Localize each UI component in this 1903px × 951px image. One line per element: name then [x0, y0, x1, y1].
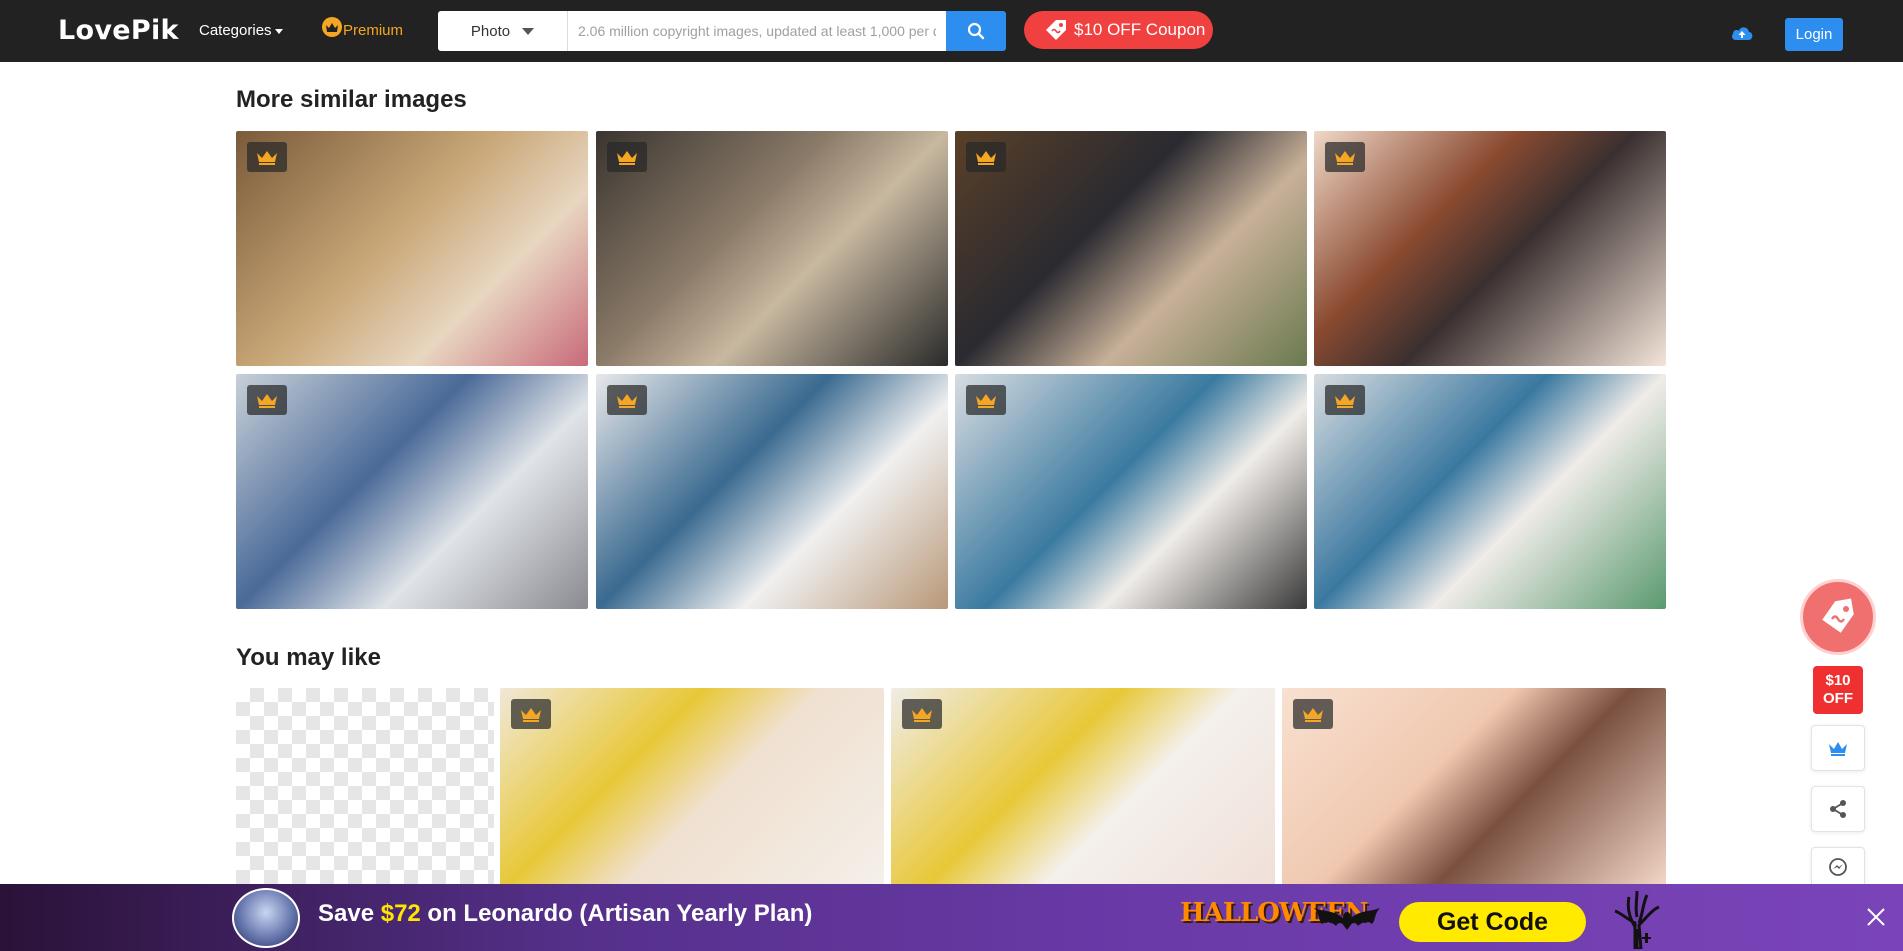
search-icon — [967, 22, 985, 40]
premium-crown-icon — [607, 142, 647, 172]
premium-crown-icon — [1293, 699, 1333, 729]
premium-link[interactable]: Premium — [322, 17, 404, 43]
premium-crown-icon — [247, 385, 287, 415]
premium-label: Premium — [343, 22, 404, 39]
similar-image-tile[interactable] — [596, 374, 948, 609]
premium-crown-icon — [511, 699, 551, 729]
promo-suffix: on Leonardo (Artisan Yearly Plan) — [420, 900, 813, 927]
side-coupon-button[interactable] — [1800, 579, 1876, 655]
you-may-like-tile[interactable] — [891, 688, 1275, 888]
you-may-like-tile[interactable] — [236, 688, 494, 888]
upload-button[interactable] — [1730, 24, 1754, 47]
chevron-down-icon — [274, 28, 283, 34]
premium-crown-icon — [902, 699, 942, 729]
close-banner-icon[interactable] — [1866, 907, 1886, 927]
wizard-avatar — [232, 888, 300, 948]
bat-icon — [1314, 908, 1380, 930]
similar-image-tile[interactable] — [1314, 131, 1666, 366]
coupon-button[interactable]: $10 OFF Coupon — [1024, 11, 1213, 49]
tag-icon — [1822, 598, 1854, 633]
categories-menu[interactable]: Categories — [199, 21, 283, 41]
search-type-label: Photo — [470, 22, 511, 40]
promo-amount: $72 — [380, 900, 421, 927]
side-off-amount: $10 — [1825, 672, 1851, 689]
side-off-badge[interactable]: $10 OFF — [1813, 666, 1863, 714]
search-button[interactable] — [946, 11, 1006, 51]
login-button[interactable]: Login — [1785, 18, 1843, 51]
messenger-icon — [1829, 857, 1847, 876]
similar-image-tile[interactable] — [955, 131, 1307, 366]
side-off-label: OFF — [1823, 690, 1853, 707]
premium-crown-icon — [1325, 385, 1365, 415]
promo-prefix: Save — [318, 900, 381, 927]
similar-image-tile[interactable] — [1314, 374, 1666, 609]
tag-icon — [1046, 20, 1066, 40]
crown-icon — [1829, 742, 1847, 756]
crown-icon — [322, 17, 342, 37]
side-messenger-button[interactable] — [1811, 847, 1865, 885]
promo-banner[interactable]: Save $72 on Leonardo (Artisan Yearly Pla… — [0, 884, 1903, 951]
you-may-like-title: You may like — [236, 644, 381, 671]
cloud-upload-icon — [1732, 27, 1753, 40]
share-icon — [1830, 800, 1846, 818]
categories-label: Categories — [199, 22, 272, 39]
search-bar: Photo — [438, 11, 1006, 51]
premium-crown-icon — [1325, 142, 1365, 172]
promo-message: Save $72 on Leonardo (Artisan Yearly Pla… — [318, 900, 812, 928]
search-input[interactable] — [568, 11, 946, 51]
premium-crown-icon — [966, 385, 1006, 415]
similar-image-tile[interactable] — [596, 131, 948, 366]
coupon-label: $10 OFF Coupon — [1074, 20, 1206, 39]
search-type-select[interactable]: Photo — [438, 11, 568, 51]
side-premium-button[interactable] — [1811, 725, 1865, 771]
similar-image-tile[interactable] — [955, 374, 1307, 609]
you-may-like-tile[interactable] — [500, 688, 884, 888]
premium-crown-icon — [607, 385, 647, 415]
top-navbar: LovePik Categories Premium Photo $10 OFF… — [0, 0, 1903, 62]
similar-image-tile[interactable] — [236, 374, 588, 609]
similar-images-title: More similar images — [236, 86, 467, 113]
chevron-down-icon — [522, 27, 535, 35]
lovepik-logo[interactable]: LovePik — [58, 14, 179, 48]
premium-crown-icon — [247, 142, 287, 172]
side-share-button[interactable] — [1811, 786, 1865, 832]
premium-crown-icon — [966, 142, 1006, 172]
similar-image-tile[interactable] — [236, 131, 588, 366]
spooky-tree-icon — [1614, 890, 1660, 949]
you-may-like-tile[interactable] — [1282, 688, 1666, 888]
get-code-button[interactable]: Get Code — [1399, 902, 1586, 942]
